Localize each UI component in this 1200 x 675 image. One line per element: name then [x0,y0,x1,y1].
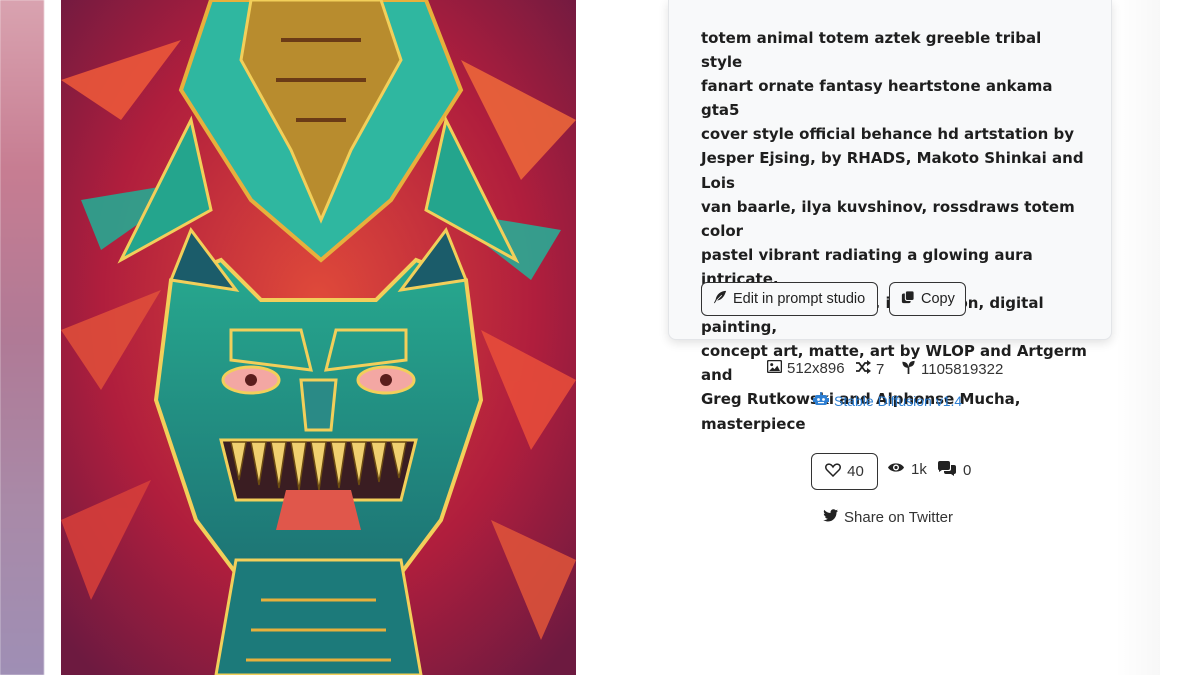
shuffle-icon [855,360,871,378]
seedling-icon [901,360,916,378]
copy-icon [901,290,915,308]
views-stat: 1k [887,461,927,478]
heart-icon [825,462,842,481]
prompt-line: fanart ornate fantasy heartstone ankama … [701,77,1053,120]
eye-icon [887,461,905,478]
prompt-line: cover style official behance hd artstati… [701,125,1074,144]
model-name: Stable Diffusion v1.4 [834,392,963,409]
generated-artwork-image[interactable] [61,0,576,675]
comments-icon [937,461,957,480]
copy-button[interactable]: Copy [889,282,966,316]
comments-stat: 0 [937,461,971,480]
steps-meta: 7 [855,360,884,378]
prompt-line: van baarle, ilya kuvshinov, rossdraws to… [701,197,1075,240]
adjacent-image-strip[interactable] [0,0,54,675]
likes-count: 40 [847,463,864,480]
prompt-line: totem animal totem aztek greeble tribal … [701,29,1042,72]
steps-value: 7 [876,360,885,378]
edit-button-label: Edit in prompt studio [733,291,866,307]
seed-value: 1105819322 [921,360,1004,378]
copy-button-label: Copy [921,291,955,307]
views-count: 1k [911,461,927,478]
prompt-card: totem animal totem aztek greeble tribal … [668,0,1112,433]
like-button[interactable]: 40 [811,453,878,490]
robot-icon [813,392,829,409]
edit-in-prompt-studio-button[interactable]: Edit in prompt studio [701,282,878,316]
comments-count: 0 [963,462,972,479]
dimensions-value: 512x896 [787,360,845,377]
model-link[interactable]: Stable Diffusion v1.4 [813,392,962,409]
prompt-line: Jesper Ejsing, by RHADS, Makoto Shinkai … [701,149,1084,192]
share-label: Share on Twitter [844,509,953,526]
twitter-icon [823,509,838,526]
prompt-line: masterpiece [701,414,806,433]
seed-meta: 1105819322 [901,360,1003,378]
share-on-twitter-link[interactable]: Share on Twitter [823,509,953,526]
dimensions-meta: 512x896 [766,359,845,377]
image-meta-row: 512x896 7 1105819322 [0,359,1200,382]
image-icon [766,359,783,377]
feather-icon [713,290,727,308]
